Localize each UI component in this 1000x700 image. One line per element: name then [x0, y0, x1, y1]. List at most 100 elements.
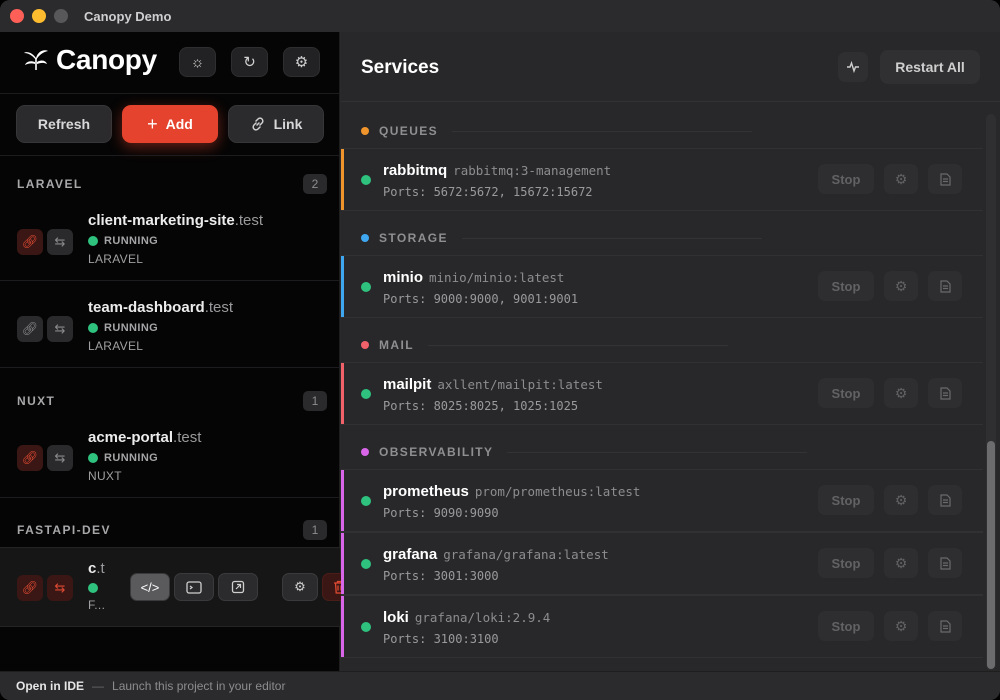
reload-button[interactable]: ↻ [231, 47, 268, 77]
swap-icon[interactable]: ⇆ [47, 445, 73, 471]
category-name: OBSERVABILITY [379, 445, 494, 459]
add-site-button[interactable]: + Add [122, 105, 218, 143]
site-item[interactable]: 🔗︎ ⇆ acme-portal.test RUNNING NUXT [0, 417, 340, 497]
canopy-logo-icon [24, 50, 48, 70]
site-text: acme-portal.test RUNNING NUXT [88, 429, 201, 483]
group-name: NUXT [17, 394, 56, 408]
service-settings-button[interactable]: ⚙ [884, 548, 918, 578]
group-header-fastapi-dev[interactable]: FASTAPI-DEV 1 [17, 520, 327, 540]
group-header-laravel[interactable]: LARAVEL 2 [17, 174, 327, 194]
status-text: RUNNING [104, 235, 159, 247]
category-name: QUEUES [379, 124, 439, 138]
link-site-button[interactable]: Link [228, 105, 324, 143]
service-ports: Ports: 3100:3100 [383, 632, 499, 646]
group-name: FASTAPI-DEV [17, 523, 111, 537]
site-name-text: team-dashboard [88, 299, 205, 316]
open-terminal-button[interactable] [174, 573, 214, 601]
open-browser-button[interactable] [218, 573, 258, 601]
service-row[interactable]: grafana grafana/grafana:latest Ports: 300… [341, 532, 983, 595]
settings-button[interactable]: ⚙ [283, 47, 320, 77]
status-dot [88, 323, 98, 333]
service-logs-button[interactable] [928, 378, 962, 408]
service-logs-button[interactable] [928, 611, 962, 641]
activity-button[interactable] [838, 52, 868, 82]
divider [0, 497, 340, 498]
restart-all-button[interactable]: Restart All [880, 50, 980, 84]
minimize-window-button[interactable] [32, 9, 46, 23]
stop-button[interactable]: Stop [818, 548, 874, 578]
external-link-icon [231, 580, 245, 594]
site-tld: .test [173, 429, 202, 446]
category-accent-bar [341, 149, 344, 210]
sidebar: Canopy ☼ ↻ ⚙ Refresh + Add Link LARAVEL … [0, 32, 356, 671]
swap-icon[interactable]: ⇆ [47, 229, 73, 255]
service-row[interactable]: prometheus prom/prometheus:latest Ports: … [341, 469, 983, 532]
site-framework: LARAVEL [88, 252, 144, 266]
gear-icon: ⚙ [894, 491, 908, 508]
category-header: MAIL [361, 338, 728, 352]
status-dot [361, 496, 371, 506]
service-settings-button[interactable]: ⚙ [884, 611, 918, 641]
status-action-name: Open in IDE [16, 679, 85, 693]
site-name-text: acme-portal [88, 429, 174, 446]
app-window: Canopy Demo Canopy ☼ ↻ ⚙ Refresh + Add L… [0, 0, 1000, 700]
stop-button[interactable]: Stop [818, 164, 874, 194]
maximize-window-button[interactable] [54, 9, 68, 23]
category-header: STORAGE [361, 231, 762, 245]
site-toolbar: </> ⚙ [130, 573, 356, 601]
site-status: RUNNING [88, 235, 263, 247]
link-icon[interactable]: 🔗︎ [17, 445, 43, 471]
brand-name: Canopy [56, 44, 157, 75]
stop-button[interactable]: Stop [818, 378, 874, 408]
service-row[interactable]: loki grafana/loki:2.9.4 Ports: 3100:3100 … [341, 595, 983, 658]
site-item[interactable]: 🔗︎ ⇆ team-dashboard.test RUNNING LARAVEL [0, 281, 340, 367]
service-image: minio/minio:latest [429, 270, 565, 285]
stop-button[interactable]: Stop [818, 611, 874, 641]
swap-icon[interactable]: ⇆ [47, 575, 73, 601]
service-settings-button[interactable]: ⚙ [884, 271, 918, 301]
group-name: LARAVEL [17, 177, 83, 191]
service-name-text: minio [383, 269, 423, 286]
service-logs-button[interactable] [928, 271, 962, 301]
service-settings-button[interactable]: ⚙ [884, 485, 918, 515]
site-settings-button[interactable]: ⚙ [282, 573, 318, 601]
status-dot [361, 282, 371, 292]
service-row[interactable]: minio minio/minio:latest Ports: 9000:9000… [341, 255, 983, 318]
site-item[interactable]: 🔗︎ ⇆ client-marketing-site.test RUNNING … [0, 200, 340, 280]
service-row[interactable]: mailpit axllent/mailpit:latest Ports: 802… [341, 362, 983, 425]
site-text: team-dashboard.test RUNNING LARAVEL [88, 299, 233, 353]
gear-icon: ⚙ [894, 277, 908, 294]
link-icon[interactable]: 🔗︎ [17, 316, 43, 342]
service-settings-button[interactable]: ⚙ [884, 378, 918, 408]
theme-toggle-button[interactable]: ☼ [179, 47, 216, 77]
refresh-icon: ↻ [243, 54, 256, 71]
service-logs-button[interactable] [928, 548, 962, 578]
service-settings-button[interactable]: ⚙ [884, 164, 918, 194]
link-icon[interactable]: 🔗︎ [17, 575, 43, 601]
scrollbar-thumb[interactable] [987, 441, 995, 669]
site-framework: NUXT [88, 469, 122, 483]
close-window-button[interactable] [10, 9, 24, 23]
link-icon[interactable]: 🔗︎ [17, 229, 43, 255]
open-in-ide-button[interactable]: </> [130, 573, 170, 601]
page-title: Services [361, 57, 440, 78]
site-item-selected[interactable]: 🔗︎ ⇆ c.t F... </> ⚙ [0, 547, 356, 627]
divider [0, 155, 340, 156]
group-header-nuxt[interactable]: NUXT 1 [17, 391, 327, 411]
category-dot [361, 234, 369, 242]
service-logs-button[interactable] [928, 164, 962, 194]
service-logs-button[interactable] [928, 485, 962, 515]
site-name: c.t [88, 560, 105, 577]
site-status: RUNNING [88, 322, 233, 334]
refresh-button[interactable]: Refresh [16, 105, 112, 143]
category-divider [461, 237, 762, 239]
service-name-text: loki [383, 609, 409, 626]
stop-button[interactable]: Stop [818, 271, 874, 301]
service-row[interactable]: rabbitmq rabbitmq:3-management Ports: 567… [341, 148, 983, 211]
swap-icon[interactable]: ⇆ [47, 316, 73, 342]
services-header: Services Restart All [341, 32, 1000, 102]
document-icon [939, 386, 951, 400]
scrollbar[interactable] [986, 114, 996, 670]
stop-button[interactable]: Stop [818, 485, 874, 515]
service-ports: Ports: 9090:9090 [383, 506, 499, 520]
